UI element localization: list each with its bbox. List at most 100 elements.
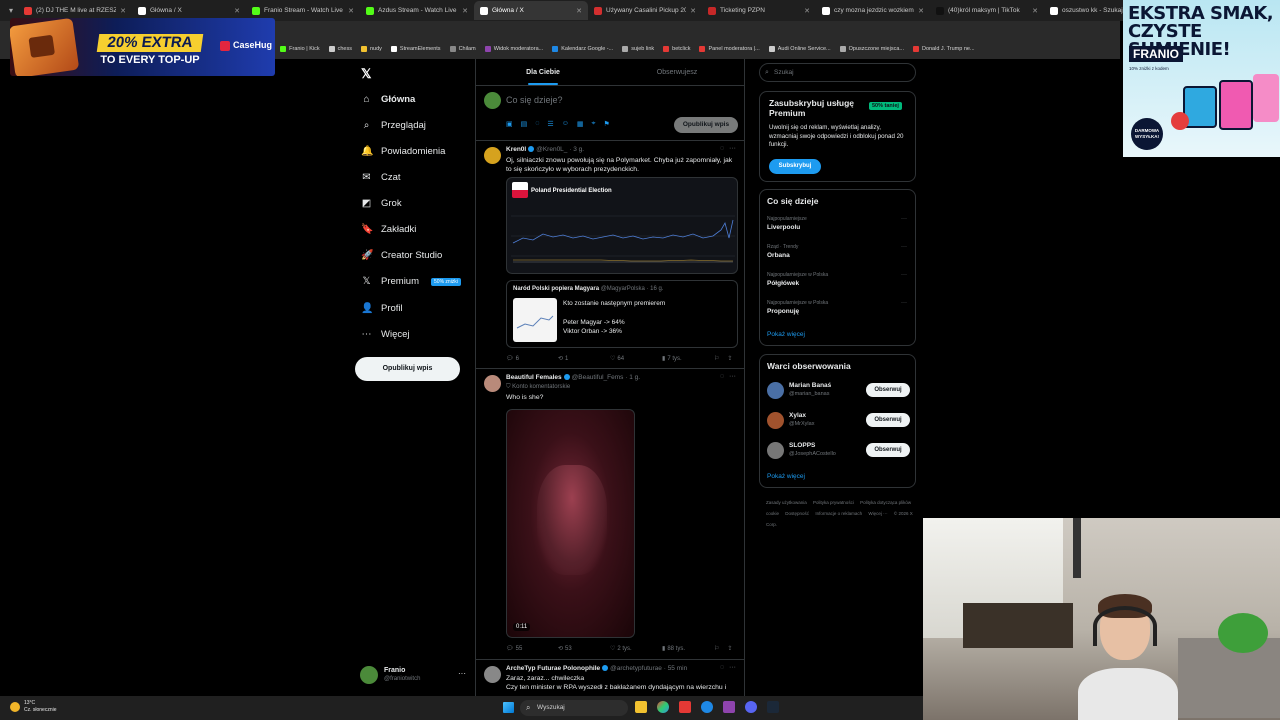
subscribe-button[interactable]: Subskrybuj (769, 159, 821, 174)
reply-button[interactable]: 💬︎ 6 (506, 355, 558, 363)
share-icon[interactable]: ⇪ (727, 355, 732, 362)
bookmark-item[interactable]: betclick (663, 46, 690, 52)
nav-item-więcej[interactable]: ⋯ Więcej (361, 329, 410, 340)
nav-item-przeglądaj[interactable]: ⌕ Przeglądaj (361, 120, 426, 131)
nav-item-profil[interactable]: 👤 Profil (361, 303, 403, 314)
bookmark-item[interactable]: Widok moderatora... (484, 46, 543, 52)
post-button[interactable]: Opublikuj wpis (355, 357, 460, 381)
avatar[interactable] (767, 442, 784, 459)
author-name[interactable]: ArcheTyp Futurae Polonophile (506, 665, 600, 672)
follow-suggestion[interactable]: SLOPPS @JosephACostello Obserwuj (767, 439, 910, 461)
bookmark-item[interactable]: Opuszczone miejsca... (839, 46, 904, 52)
like-button[interactable]: ♡ 2 tys. (610, 645, 662, 653)
app-icon[interactable] (701, 701, 713, 713)
share-icon[interactable]: ⇪ (727, 645, 732, 652)
retweet-button[interactable]: ⟲ 1 (558, 355, 610, 363)
reply-button[interactable]: 💬︎ 55 (506, 645, 558, 653)
views-button[interactable]: ▮ 88 tys. (662, 645, 714, 653)
more-dots-icon[interactable]: ··· (901, 216, 907, 222)
quote-handle[interactable]: @MagyarPolska (601, 286, 645, 292)
author-handle[interactable]: @archetypfuturae (610, 665, 662, 672)
views-button[interactable]: ▮ 7 tys. (662, 355, 714, 363)
close-icon[interactable]: ✕ (918, 7, 924, 15)
bookmark-icon[interactable]: ⚐ (714, 645, 719, 652)
avatar[interactable] (484, 147, 501, 164)
poll-icon[interactable]: ☰ (547, 120, 553, 128)
bookmark-item[interactable]: Panel moderatora |... (699, 46, 760, 52)
file-explorer-icon[interactable] (635, 701, 647, 713)
bookmark-item[interactable]: nudy (360, 46, 382, 52)
bookmark-item[interactable]: sujeb link (622, 46, 654, 52)
tweet-time[interactable]: 1 g. (629, 374, 640, 381)
close-icon[interactable]: ✕ (348, 7, 354, 15)
nav-item-powiadomienia[interactable]: 🔔 Powiadomienia (361, 146, 445, 157)
tab-list-button[interactable]: ▾ (4, 6, 18, 15)
browser-tab[interactable]: Główna / X ✕ (474, 1, 588, 20)
grok-icon[interactable]: ◌ (720, 373, 724, 380)
author-name[interactable]: Beautiful Females (506, 374, 562, 381)
author-name[interactable]: Kren0l (506, 146, 526, 153)
search-input[interactable]: Szukaj (759, 63, 916, 82)
follow-suggestion[interactable]: Marian Banaś @marian_banas Obserwuj (767, 379, 910, 401)
browser-tab[interactable]: Azdus Stream - Watch Live on Kick ✕ (360, 1, 474, 20)
nav-item-premium[interactable]: 𝕏 Premium 50% zniżki (361, 276, 461, 287)
nav-item-creator-studio[interactable]: 🚀 Creator Studio (361, 250, 442, 261)
avatar[interactable] (484, 666, 501, 683)
footer-link[interactable]: Dostępność (785, 511, 809, 516)
follow-button[interactable]: Obserwuj (866, 413, 910, 427)
footer-link[interactable]: Informacje o reklamach (815, 511, 862, 516)
follow-button[interactable]: Obserwuj (866, 383, 910, 397)
tweet-time[interactable]: 3 g. (573, 146, 584, 153)
browser-tab[interactable]: Ticketing PZPN ✕ (702, 1, 816, 20)
bookmark-item[interactable]: Kalendarz Google -... (552, 46, 613, 52)
obs-icon[interactable] (723, 701, 735, 713)
steam-icon[interactable] (767, 701, 779, 713)
discord-icon[interactable] (745, 701, 757, 713)
location-icon[interactable]: ⌖ (591, 120, 595, 128)
app-icon[interactable] (679, 701, 691, 713)
tab-following[interactable]: Obserwujesz (610, 59, 744, 85)
emoji-icon[interactable]: ☺ (562, 120, 569, 128)
close-icon[interactable]: ✕ (120, 7, 126, 15)
more-dots-icon[interactable]: ··· (458, 669, 466, 678)
image-icon[interactable]: ▣ (506, 120, 513, 128)
avatar[interactable] (767, 412, 784, 429)
like-button[interactable]: ♡ 64 (610, 355, 662, 363)
close-icon[interactable]: ✕ (462, 7, 468, 15)
tweet[interactable]: Beautiful Females @Beautiful_Fems · 1 g. … (476, 369, 744, 660)
footer-link[interactable]: Zasady użytkowania (766, 500, 807, 505)
flag-icon[interactable]: ⚑ (603, 120, 609, 128)
nav-item-zakładki[interactable]: 🔖 Zakładki (361, 224, 416, 235)
gif-icon[interactable]: ▤ (521, 120, 528, 128)
close-icon[interactable]: ✕ (234, 7, 240, 15)
trends-show-more[interactable]: Pokaż więcej (767, 331, 805, 338)
bookmark-item[interactable]: Audi Online Service... (768, 46, 831, 52)
bookmark-item[interactable]: Franio | Kick (280, 46, 320, 52)
footer-link[interactable]: Polityka prywatności (813, 500, 854, 505)
grok-icon[interactable]: ◌ (720, 145, 724, 152)
author-handle[interactable]: @Kren0L_ (536, 146, 567, 153)
tweet-time[interactable]: 55 min (668, 665, 688, 672)
polymarket-embed[interactable]: Poland Presidential Election (506, 177, 738, 274)
more-dots-icon[interactable]: ··· (901, 300, 907, 306)
close-icon[interactable]: ✕ (690, 7, 696, 15)
schedule-icon[interactable]: ▦ (577, 120, 584, 128)
trend-item[interactable]: Najpopularniejsze Liverpoolu ··· (767, 216, 907, 231)
video-player[interactable]: 0:11 (506, 409, 635, 638)
bookmark-item[interactable]: Donald J. Trump ne... (912, 46, 975, 52)
browser-tab[interactable]: (40)król maksym | TikTok ✕ (930, 1, 1044, 20)
chrome-icon[interactable] (657, 701, 669, 713)
trend-item[interactable]: Rząd · Trendy Orbana ··· (767, 244, 907, 259)
follow-button[interactable]: Obserwuj (866, 443, 910, 457)
footer-link[interactable]: Więcej ··· (868, 511, 887, 516)
bookmark-item[interactable]: chess (328, 46, 352, 52)
quote-image[interactable] (513, 298, 557, 342)
more-dots-icon[interactable]: ··· (729, 373, 736, 380)
close-icon[interactable]: ✕ (1032, 7, 1038, 15)
nav-item-grok[interactable]: ◩ Grok (361, 198, 402, 209)
trend-item[interactable]: Najpopularniejsze w Polska Proponuję ··· (767, 300, 907, 315)
close-icon[interactable]: ✕ (576, 7, 582, 15)
tweet[interactable]: Kren0l @Kren0L_ · 3 g. ◌ ··· Oj, silniacz… (476, 141, 744, 369)
more-dots-icon[interactable]: ··· (901, 272, 907, 278)
x-logo-icon[interactable]: 𝕏 (361, 66, 371, 82)
